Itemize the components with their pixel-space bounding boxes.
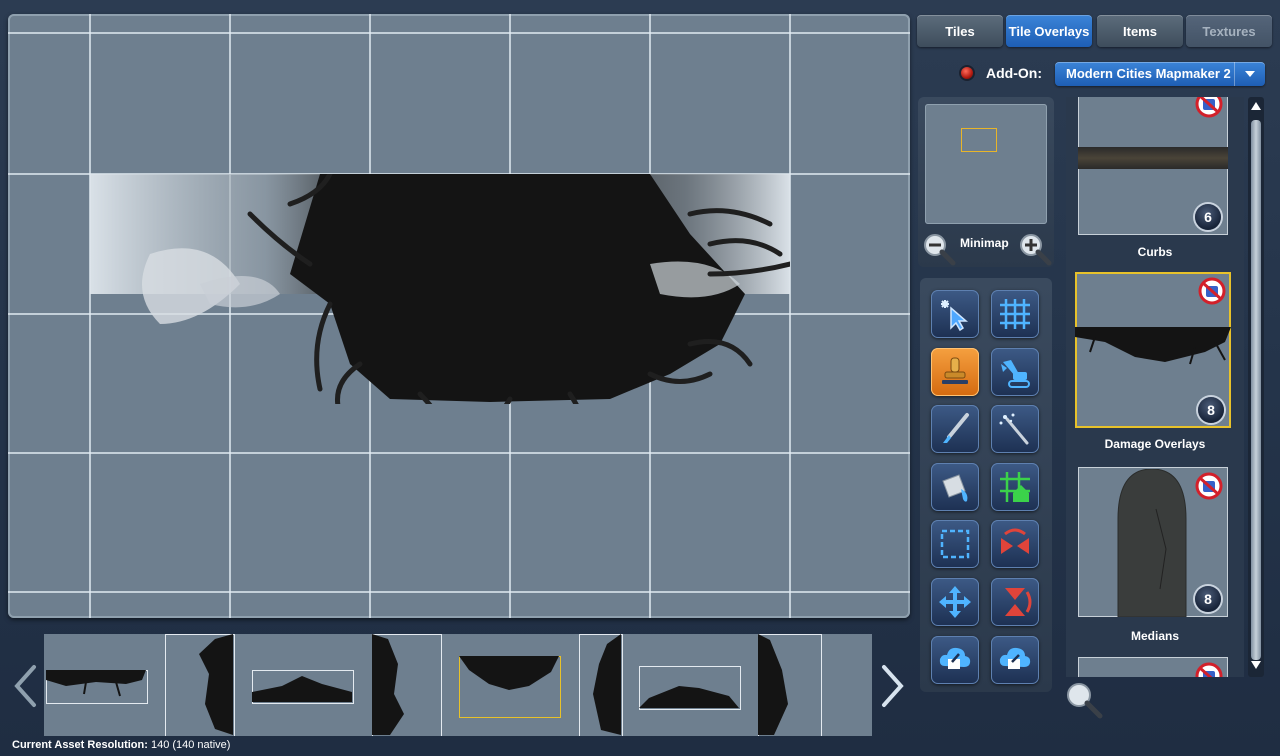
thumbnail[interactable]: [44, 634, 164, 736]
chevron-right-icon[interactable]: [880, 664, 906, 708]
zoom-out-icon[interactable]: [922, 232, 956, 266]
brush-tool[interactable]: [931, 405, 979, 453]
thumbnail[interactable]: [250, 634, 360, 736]
no-dice-icon: [1195, 97, 1223, 118]
tab-textures[interactable]: Textures: [1186, 15, 1272, 47]
no-dice-icon: [1195, 662, 1223, 677]
fill-tool[interactable]: [931, 463, 979, 511]
tab-tiles[interactable]: Tiles: [917, 15, 1003, 47]
thumbnail-selected[interactable]: [456, 634, 566, 736]
scroll-up-icon[interactable]: [1250, 101, 1262, 111]
asset-preview: [1117, 469, 1187, 617]
minimap-view[interactable]: [925, 104, 1047, 224]
damage-overlay-placed: [90, 174, 790, 404]
magic-wand-tool[interactable]: [991, 405, 1039, 453]
asset-count-badge: 6: [1195, 204, 1221, 230]
asset-card-damage-overlays[interactable]: 8: [1075, 272, 1231, 428]
search-icon[interactable]: [1064, 680, 1104, 720]
asset-card-medians[interactable]: 8: [1078, 467, 1228, 617]
cursor-sparkle-icon: [941, 300, 969, 332]
grid-icon: [1000, 299, 1030, 329]
resolution-label: Current Asset Resolution:: [12, 739, 148, 751]
tab-tile-overlays[interactable]: Tile Overlays: [1006, 15, 1092, 47]
export-tool[interactable]: [991, 636, 1039, 684]
resolution-value: 140 (140 native): [150, 739, 231, 751]
paint-bucket-icon: [942, 474, 968, 502]
select-tool[interactable]: [931, 290, 979, 338]
no-dice-icon: [1198, 277, 1226, 305]
asset-list[interactable]: 6 Curbs 8 Damage Overlays 8 Medians: [1066, 97, 1244, 677]
import-tool[interactable]: [931, 636, 979, 684]
minimap-label: Minimap: [960, 236, 1009, 250]
asset-preview: [1075, 327, 1231, 365]
move-arrows-icon: [939, 586, 971, 618]
flip-vertical-icon: [1005, 588, 1032, 616]
chevron-left-icon[interactable]: [12, 664, 38, 708]
chevron-down-icon: [1234, 62, 1265, 86]
addon-dropdown[interactable]: Modern Cities Mapmaker 2: [1055, 62, 1265, 86]
resolution-status: Current Asset Resolution: 140 (140 nativ…: [12, 739, 230, 751]
addon-selected-value: Modern Cities Mapmaker 2: [1066, 66, 1231, 81]
asset-name-damage-overlays: Damage Overlays: [1104, 437, 1206, 451]
asset-count-badge: 8: [1195, 586, 1221, 612]
magic-wand-icon: [999, 413, 1029, 445]
addon-status-indicator: [961, 67, 973, 79]
stamp-icon: [942, 357, 968, 384]
thumbnail[interactable]: [372, 634, 442, 736]
tile-grid-tool[interactable]: [991, 463, 1039, 511]
excavator-icon: [1001, 360, 1030, 388]
asset-preview: [1078, 147, 1228, 169]
paintbrush-icon: [943, 413, 969, 443]
asset-name-curbs: Curbs: [1137, 245, 1173, 259]
tile-grid-house-icon: [1000, 472, 1030, 502]
thumbnail[interactable]: [165, 634, 235, 736]
move-tool[interactable]: [931, 578, 979, 626]
marquee-tool[interactable]: [931, 520, 979, 568]
minimap-viewport-rect[interactable]: [961, 128, 997, 152]
flip-horizontal-tool[interactable]: [991, 520, 1039, 568]
thumbnail[interactable]: [579, 634, 623, 736]
thumbnail[interactable]: [758, 634, 822, 736]
thumbnail[interactable]: [634, 634, 744, 736]
asset-card-next[interactable]: [1078, 657, 1228, 677]
tab-items[interactable]: Items: [1097, 15, 1183, 47]
no-dice-icon: [1195, 472, 1223, 500]
flip-vertical-tool[interactable]: [991, 578, 1039, 626]
stamp-tool[interactable]: [931, 348, 979, 396]
marquee-icon: [940, 529, 970, 559]
asset-name-medians: Medians: [1130, 629, 1179, 643]
scroll-down-icon[interactable]: [1250, 660, 1262, 670]
asset-count-badge: 8: [1198, 397, 1224, 423]
addon-label: Add-On:: [986, 65, 1042, 81]
overlay-thumbnail-strip[interactable]: [44, 634, 872, 736]
excavator-tool[interactable]: [991, 348, 1039, 396]
import-icon: [939, 647, 971, 669]
grid-tool[interactable]: [991, 290, 1039, 338]
zoom-in-icon[interactable]: [1018, 232, 1052, 266]
export-icon: [999, 647, 1031, 669]
asset-card-curbs[interactable]: 6: [1078, 97, 1228, 235]
map-canvas[interactable]: [8, 14, 910, 618]
flip-horizontal-icon: [1001, 528, 1029, 554]
asset-scrollbar-thumb[interactable]: [1251, 120, 1261, 660]
